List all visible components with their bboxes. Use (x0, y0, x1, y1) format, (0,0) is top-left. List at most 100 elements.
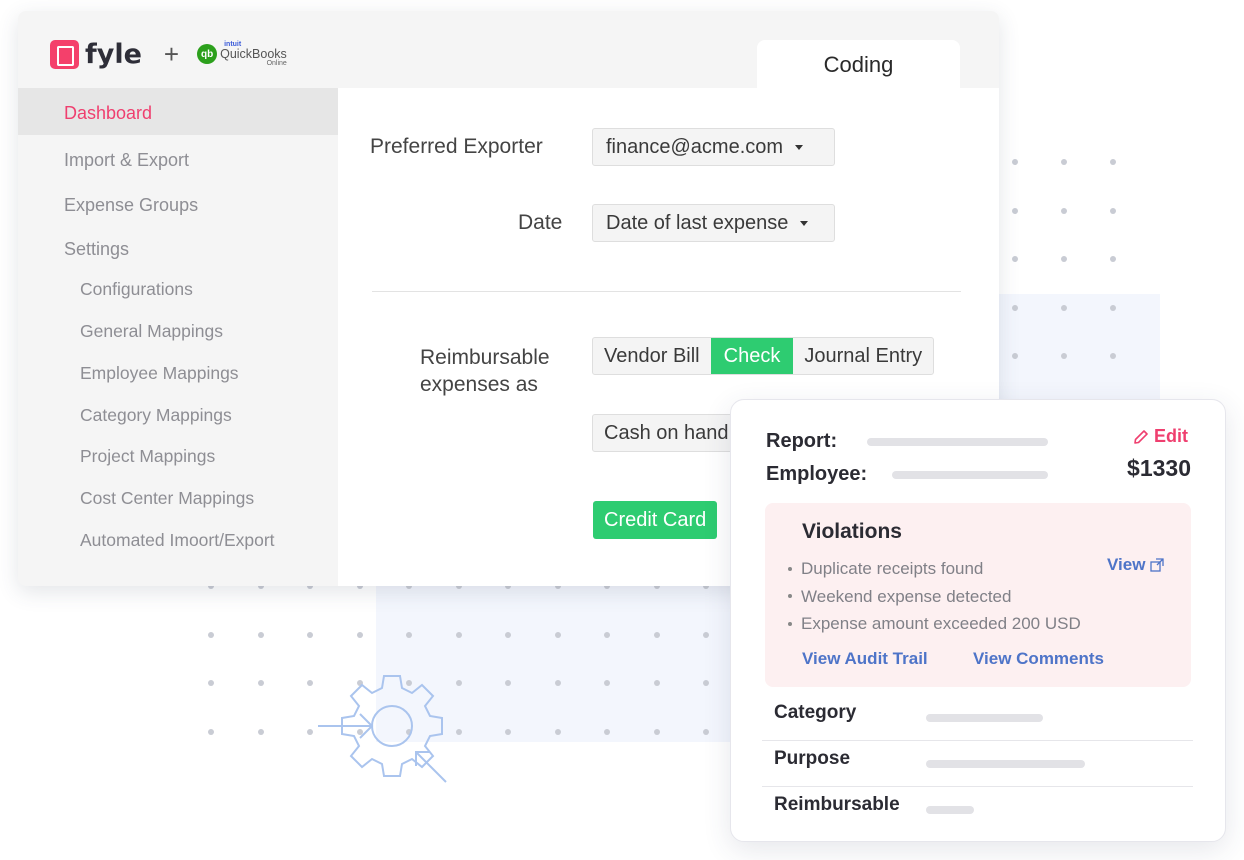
violation-item: Expense amount exceeded 200 USD (788, 610, 1081, 638)
decorative-dot (257, 680, 264, 686)
decorative-dot (307, 631, 313, 638)
decorative-dot (406, 631, 412, 638)
category-value-placeholder (926, 714, 1043, 722)
purpose-value-placeholder (926, 760, 1085, 768)
decorative-dot (604, 680, 610, 686)
decorative-dot (703, 680, 709, 686)
sidebar-item-cost-center-mappings[interactable]: Cost Center Mappings (18, 488, 338, 509)
decorative-dot (554, 631, 561, 638)
decorative-dot (1061, 304, 1067, 311)
preferred-exporter-select[interactable]: finance@acme.com (592, 128, 835, 166)
decorative-dot (653, 631, 660, 638)
sidebar-item-automated-import-export[interactable]: Automated Imoort/Export (18, 530, 338, 551)
violation-item: Weekend expense detected (788, 583, 1081, 611)
decorative-dot (1012, 159, 1018, 165)
decorative-dot (703, 728, 709, 735)
decorative-dot (1110, 207, 1116, 214)
option-credit-card[interactable]: Credit Card (593, 501, 718, 539)
decorative-dot (1110, 256, 1116, 262)
plus-icon: + (163, 38, 180, 69)
violations-list: Duplicate receipts found Weekend expense… (788, 555, 1081, 638)
detail-row-reimbursable: Reimbursable (762, 786, 1193, 832)
quickbooks-logo-icon: qb (197, 44, 218, 64)
pencil-icon (1134, 429, 1148, 444)
decorative-dot (554, 680, 561, 686)
reimbursable-value-placeholder (926, 806, 974, 814)
decorative-dot (455, 631, 462, 638)
fyle-logo-icon (50, 39, 79, 69)
decorative-dot (653, 728, 660, 735)
tab-coding[interactable]: Coding (757, 40, 960, 90)
decorative-dot (1061, 159, 1067, 165)
decorative-dot (1012, 353, 1018, 359)
decorative-dot (257, 728, 264, 735)
violations-panel: Violations Duplicate receipts found Week… (765, 503, 1191, 687)
reimbursable-export-type-toggle: Vendor Bill Check Journal Entry (592, 337, 935, 375)
decorative-dot (653, 680, 660, 686)
sidebar-item-project-mappings[interactable]: Project Mappings (18, 446, 338, 467)
sidebar-item-configurations[interactable]: Configurations (18, 279, 338, 300)
decorative-dot (1012, 207, 1018, 214)
detail-row-purpose: Purpose (762, 740, 1193, 786)
sidebar-item-category-mappings[interactable]: Category Mappings (18, 405, 338, 426)
decorative-dot (505, 631, 511, 638)
decorative-dot (208, 680, 214, 686)
preferred-exporter-label: Preferred Exporter (370, 135, 543, 158)
decorative-dot (505, 680, 511, 686)
decorative-dot (1110, 304, 1116, 311)
view-violations-link[interactable]: View (1107, 555, 1165, 575)
view-audit-trail-link[interactable]: View Audit Trail (802, 649, 928, 669)
employee-value-placeholder (892, 471, 1048, 479)
detail-row-category: Category (762, 694, 1193, 740)
bank-account-value: Cash on hand (604, 421, 729, 444)
decorative-dot (505, 728, 511, 735)
decorative-dot (1110, 159, 1116, 165)
decorative-dot (703, 631, 709, 638)
date-select[interactable]: Date of last expense (592, 204, 835, 242)
option-journal-entry[interactable]: Journal Entry (793, 338, 933, 374)
decorative-dot (554, 728, 561, 735)
decorative-dot (1012, 256, 1018, 262)
sidebar-item-employee-mappings[interactable]: Employee Mappings (18, 363, 338, 384)
settings-gear-illustration (318, 675, 447, 783)
view-comments-link[interactable]: View Comments (973, 649, 1104, 669)
chevron-down-icon (795, 144, 804, 150)
chevron-down-icon (800, 220, 809, 226)
decorative-dot (455, 728, 462, 735)
violations-title: Violations (802, 520, 902, 543)
reimbursable-label: Reimbursable expenses as (420, 346, 550, 396)
violation-item: Duplicate receipts found (788, 555, 1081, 583)
decorative-dot (257, 631, 264, 638)
decorative-dot (455, 680, 462, 686)
external-link-icon (1150, 558, 1165, 572)
date-label: Date (518, 211, 563, 234)
decorative-dot (208, 631, 214, 638)
sidebar-item-dashboard[interactable]: Dashboard (18, 88, 338, 135)
expense-detail-card: Report: Employee: Edit $1330 Violations … (730, 399, 1226, 842)
sidebar-item-general-mappings[interactable]: General Mappings (18, 321, 338, 342)
decorative-dot (1061, 207, 1067, 214)
decorative-dot (208, 728, 214, 735)
sidebar-item-import-export[interactable]: Import & Export (18, 150, 338, 171)
report-label: Report: (766, 430, 838, 452)
report-value-placeholder (867, 438, 1048, 446)
expense-amount: $1330 (1127, 455, 1191, 481)
decorative-dot (1061, 256, 1067, 262)
decorative-dot (1012, 304, 1018, 311)
decorative-dot (1110, 353, 1116, 359)
sidebar-item-settings[interactable]: Settings (18, 239, 338, 260)
option-vendor-bill[interactable]: Vendor Bill (593, 338, 711, 374)
quickbooks-logo-text: intuit QuickBooks Online (220, 40, 287, 68)
date-value: Date of last expense (606, 211, 789, 234)
decorative-dot (604, 728, 610, 735)
bank-account-select[interactable]: Cash on hand (592, 414, 742, 452)
decorative-dot (356, 631, 363, 638)
option-check[interactable]: Check (710, 338, 794, 374)
employee-label: Employee: (766, 463, 868, 485)
decorative-dot (1061, 353, 1067, 359)
edit-button[interactable]: Edit (1133, 426, 1188, 447)
sidebar-item-expense-groups[interactable]: Expense Groups (18, 195, 338, 216)
preferred-exporter-value: finance@acme.com (606, 135, 784, 158)
sidebar: Dashboard Import & Export Expense Groups… (18, 88, 338, 586)
brand-header: fyle + qb intuit QuickBooks Online (50, 37, 287, 71)
